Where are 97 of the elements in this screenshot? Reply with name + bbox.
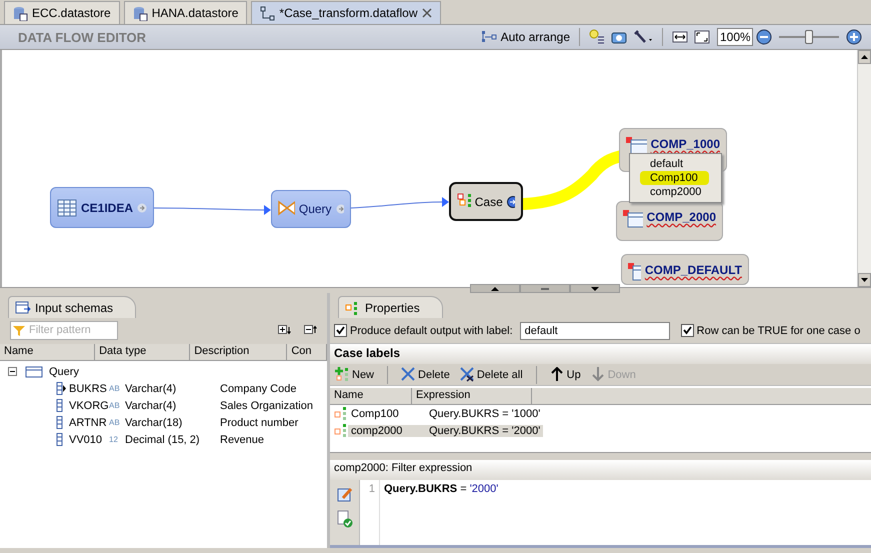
down-arrow-icon bbox=[590, 367, 605, 382]
target-node[interactable]: COMP_DEFAULT bbox=[621, 254, 749, 285]
column-header[interactable]: Data type bbox=[95, 344, 190, 360]
maximize-tab[interactable] bbox=[470, 284, 520, 293]
data-type: Decimal (15, 2) bbox=[125, 434, 201, 446]
field-name[interactable]: ARTNR bbox=[69, 416, 109, 428]
fit-width-icon bbox=[672, 29, 688, 45]
add-icon bbox=[335, 367, 349, 382]
editor-tab[interactable]: HANA.datastore bbox=[124, 1, 248, 24]
menu-item[interactable]: Comp100 bbox=[640, 171, 709, 185]
flow-icon bbox=[260, 6, 276, 20]
plus-icon bbox=[846, 29, 862, 45]
auto-arrange-button[interactable]: Auto arrange bbox=[478, 30, 573, 44]
table-icon bbox=[57, 198, 77, 216]
code-line[interactable]: Query.BUKRS = '2000' bbox=[380, 480, 502, 498]
checkbox-label: Produce default output with label: bbox=[350, 324, 513, 336]
output-port-icon bbox=[336, 204, 344, 214]
table-row[interactable]: comp2000 Query.BUKRS = '2000' bbox=[348, 424, 544, 436]
down-triangle-icon bbox=[591, 286, 599, 290]
type-tag: AB bbox=[109, 418, 125, 427]
filter-field[interactable]: Filter pattern bbox=[10, 320, 118, 340]
field-description: Revenue bbox=[220, 434, 264, 446]
checkbox[interactable] bbox=[334, 324, 347, 337]
zoom-slider[interactable] bbox=[779, 30, 839, 44]
pencil-icon bbox=[336, 486, 352, 502]
field-description: Product number bbox=[220, 416, 298, 428]
layout-icon bbox=[480, 30, 497, 44]
line-number: 1 bbox=[360, 480, 380, 545]
properties-icon bbox=[589, 29, 605, 45]
dash-icon bbox=[541, 288, 549, 290]
table-icon bbox=[628, 263, 641, 281]
tree-item[interactable]: Query bbox=[49, 366, 79, 378]
datastore-icon bbox=[13, 6, 28, 20]
editor-header: comp2000: Filter expression bbox=[330, 460, 871, 480]
up-button[interactable]: Up bbox=[546, 365, 584, 384]
editor-title: DATA FLOW EDITOR bbox=[18, 30, 148, 44]
scroll-up-icon[interactable] bbox=[861, 55, 868, 59]
source-node[interactable]: CE1IDEA bbox=[50, 187, 154, 228]
panel-tab[interactable]: Input schemas bbox=[8, 296, 136, 318]
vertical-scrollbar[interactable] bbox=[857, 50, 871, 287]
panel-tab[interactable]: Properties bbox=[338, 296, 443, 318]
delete-all-button[interactable]: Delete all bbox=[456, 365, 526, 384]
case-label-icon bbox=[334, 424, 348, 438]
column-header[interactable]: Expression bbox=[412, 388, 532, 404]
zoom-field[interactable]: 100% bbox=[717, 28, 753, 46]
checkbox-label: Row can be TRUE for one case o bbox=[696, 324, 860, 336]
query-node[interactable]: Query bbox=[271, 190, 351, 228]
target-node[interactable]: COMP_2000 bbox=[616, 201, 723, 241]
collapse-toggle[interactable] bbox=[8, 367, 17, 376]
column-header[interactable]: Name bbox=[330, 388, 412, 404]
collapse-all-icon bbox=[304, 325, 318, 335]
field-description: Sales Organization bbox=[220, 400, 313, 412]
scroll-down-icon[interactable] bbox=[861, 278, 868, 282]
check-icon bbox=[336, 510, 352, 528]
minus-icon bbox=[9, 368, 16, 375]
table-icon bbox=[623, 210, 643, 228]
expand-all-icon bbox=[278, 325, 292, 335]
minimize-tab[interactable] bbox=[570, 284, 620, 293]
column-header[interactable]: Con bbox=[287, 344, 327, 360]
new-button[interactable]: New bbox=[332, 365, 378, 384]
type-tag: 12 bbox=[109, 435, 125, 444]
slider-thumb[interactable] bbox=[805, 30, 813, 44]
type-tag: AB bbox=[109, 401, 125, 410]
output-port-icon bbox=[137, 202, 147, 212]
up-arrow-icon bbox=[550, 367, 564, 382]
editor-tab[interactable]: ECC.datastore bbox=[4, 1, 120, 24]
output-port-icon bbox=[506, 196, 515, 208]
menu-item[interactable]: comp2000 bbox=[630, 185, 721, 199]
table-row[interactable]: Comp100 Query.BUKRS = '1000' bbox=[348, 408, 544, 420]
field-name[interactable]: BUKRS bbox=[69, 382, 109, 394]
schema-icon bbox=[15, 300, 31, 314]
field-description: Company Code bbox=[220, 382, 296, 394]
delete-button[interactable]: Delete bbox=[398, 365, 453, 384]
column-header[interactable]: Name bbox=[0, 344, 96, 360]
data-type: Varchar(18) bbox=[125, 416, 184, 428]
data-type: Varchar(4) bbox=[125, 382, 178, 394]
menu-item[interactable]: default bbox=[630, 157, 721, 171]
editor-tab[interactable]: *Case_transform.dataflow bbox=[251, 1, 440, 24]
field-name[interactable]: VV010 bbox=[69, 434, 109, 446]
funnel-icon bbox=[13, 324, 25, 336]
column-header[interactable]: Description bbox=[190, 344, 288, 360]
checkbox[interactable] bbox=[680, 324, 694, 337]
label-field[interactable]: default bbox=[520, 322, 670, 340]
query-icon bbox=[278, 200, 295, 218]
up-triangle-icon bbox=[491, 286, 499, 290]
cross-icon bbox=[401, 367, 416, 382]
fit-page-icon bbox=[694, 29, 710, 45]
case-node[interactable]: Case bbox=[449, 182, 523, 221]
type-tag: AB bbox=[109, 384, 125, 393]
field-name[interactable]: VKORG bbox=[69, 400, 109, 412]
case-label-icon bbox=[334, 406, 348, 420]
schema-icon bbox=[25, 366, 43, 378]
datastore-icon bbox=[132, 6, 148, 20]
cross-icon bbox=[460, 367, 474, 382]
section-header: Case labels bbox=[330, 344, 871, 364]
minus-icon bbox=[756, 29, 772, 45]
data-type: Varchar(4) bbox=[125, 400, 178, 412]
